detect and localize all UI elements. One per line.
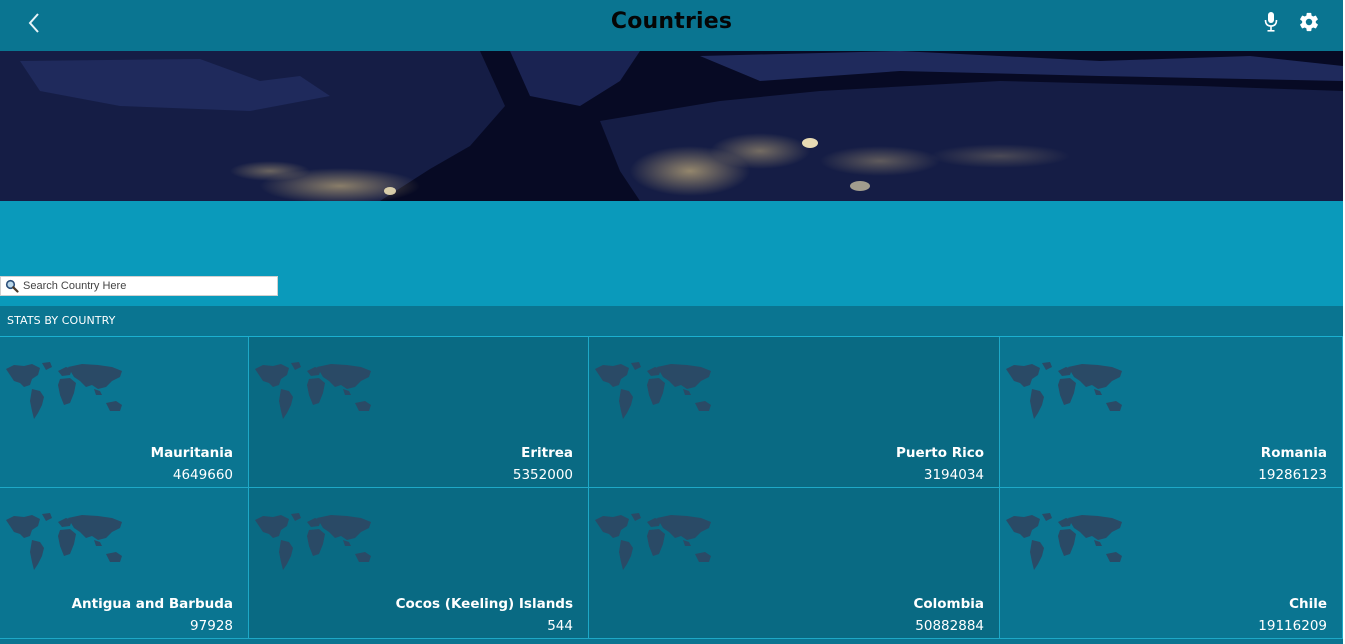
world-map-icon [1002,512,1126,574]
voice-search-button[interactable] [1262,11,1280,33]
country-population: 19286123 [1258,467,1327,483]
world-map-icon [591,361,715,423]
country-name: Eritrea [521,445,573,461]
world-map-icon [251,512,375,574]
microphone-icon [1264,12,1278,32]
search-input[interactable] [23,278,273,294]
country-name: Cocos (Keeling) Islands [395,596,573,612]
country-tile[interactable]: Cocos (Keeling) Islands 544 [249,488,589,639]
country-name: Chile [1289,596,1327,612]
section-header: STATS BY COUNTRY [0,306,1343,337]
country-population: 97928 [190,618,233,634]
country-tile[interactable]: Romania 19286123 [1000,337,1343,488]
search-icon [5,278,21,294]
page-title: Countries [610,9,733,34]
world-night-banner [0,51,1343,201]
country-tile[interactable]: Puerto Rico 3194034 [589,337,1000,488]
country-population: 3194034 [923,467,984,483]
country-tile[interactable]: Eritrea 5352000 [249,337,589,488]
search-field[interactable] [0,276,278,296]
country-name: Mauritania [150,445,233,461]
country-population: 50882884 [915,618,984,634]
app-header: Countries [0,0,1343,51]
country-population: 19116209 [1258,618,1327,634]
settings-button[interactable] [1298,11,1320,33]
country-name: Antigua and Barbuda [71,596,233,612]
section-title: STATS BY COUNTRY [7,314,116,327]
world-map-icon [251,361,375,423]
country-tile[interactable]: Colombia 50882884 [589,488,1000,639]
country-grid: Mauritania 4649660 Eritrea 5352000 Puerto Ri… [0,337,1343,644]
earth-at-night-image [0,51,1343,201]
country-population: 544 [547,618,573,634]
search-area [0,201,1343,306]
country-population: 5352000 [512,467,573,483]
country-tile[interactable]: Chile 19116209 [1000,488,1343,639]
world-map-icon [1002,361,1126,423]
world-map-icon [591,512,715,574]
gear-icon [1300,12,1318,32]
country-name: Puerto Rico [895,445,984,461]
country-tile[interactable]: Mauritania 4649660 [0,337,249,488]
country-population: 4649660 [172,467,233,483]
world-map-icon [2,512,126,574]
grid-bottom-edge [0,639,1343,644]
country-tile[interactable]: Antigua and Barbuda 97928 [0,488,249,639]
world-map-icon [2,361,126,423]
country-name: Romania [1260,445,1327,461]
country-name: Colombia [913,596,984,612]
